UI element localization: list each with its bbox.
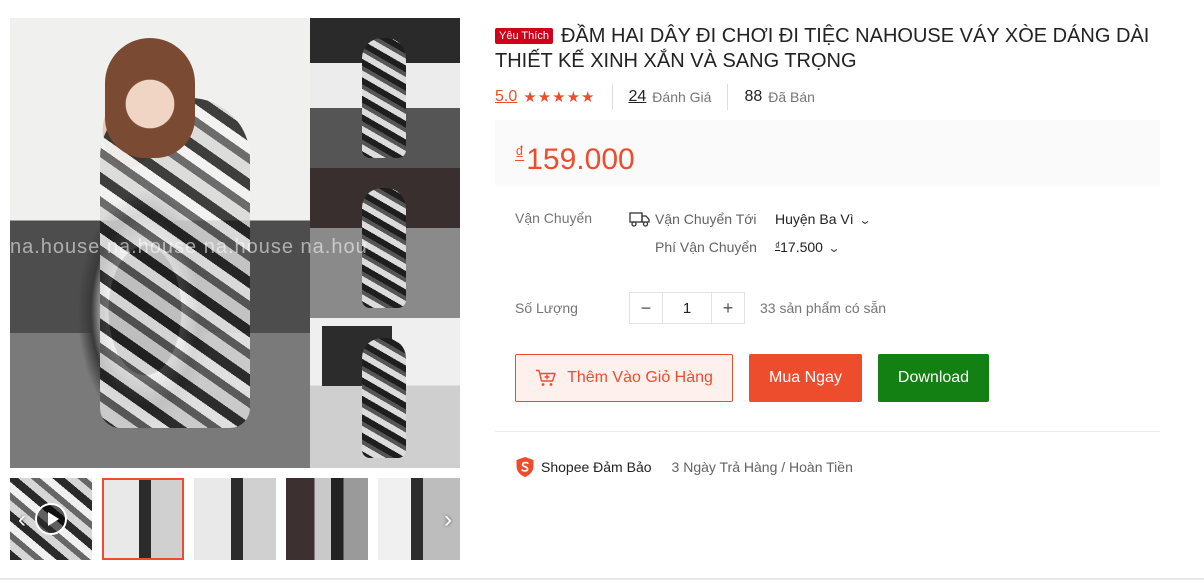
main-product-image[interactable]: na.house na.house na.house na.hou <box>10 18 460 468</box>
quantity-stepper: − 1 + <box>629 292 745 324</box>
star-icon: ★★★★★ <box>523 89 596 106</box>
collage-thumbnail[interactable] <box>102 478 184 560</box>
shipping-destination-value: Huyện Ba Vì <box>775 211 854 227</box>
review-label: Đánh Giá <box>652 89 712 105</box>
decrease-button[interactable]: − <box>630 293 662 323</box>
shipping-label: Vận Chuyển <box>515 210 593 226</box>
download-button[interactable]: Download <box>878 354 989 402</box>
shipping-destination: Vận Chuyển Tới Huyện Ba Vì ⌄ <box>629 210 872 228</box>
quantity-input[interactable]: 1 <box>662 293 712 323</box>
review-count: 24 <box>628 88 647 105</box>
thumbnail-prev-arrow[interactable]: ‹ <box>12 506 32 534</box>
collage-photo-bottom <box>310 318 460 468</box>
rating-value: 5.0 <box>495 88 518 105</box>
add-to-cart-button[interactable]: Thêm Vào Giỏ Hàng <box>515 354 733 402</box>
sold-label: Đã Bán <box>768 89 815 105</box>
photo-thumbnail-3[interactable] <box>286 478 368 560</box>
product-info: Yêu Thích ĐẦM HAI DÂY ĐI CHƠI ĐI TIỆC NAH… <box>495 24 1160 478</box>
collage-photo-top <box>310 18 460 168</box>
product-gallery: na.house na.house na.house na.hou ‹ › <box>10 18 460 560</box>
cart-icon <box>536 369 556 386</box>
product-stats: 5.0 ★★★★★ 24 Đánh Giá 88 Đã Bán <box>495 84 1160 110</box>
quantity-label: Số Lượng <box>515 300 578 316</box>
shipping-fee-value: 17.500 <box>780 239 823 255</box>
price-box: ₫159.000 <box>495 120 1160 186</box>
shipping-fee: Phí Vận Chuyển ₫17.500 ⌄ <box>629 238 870 256</box>
shield-icon <box>516 457 534 477</box>
sold-count: 88 <box>744 88 763 105</box>
thumbnail-next-arrow[interactable]: › <box>438 506 458 534</box>
shipping-fee-select[interactable]: ₫17.500 ⌄ <box>775 239 841 255</box>
increase-button[interactable]: + <box>712 293 744 323</box>
chevron-down-icon: ⌄ <box>827 241 841 255</box>
buy-now-button[interactable]: Mua Ngay <box>749 354 862 402</box>
chevron-down-icon: ⌄ <box>858 213 872 227</box>
review-stat[interactable]: 24 Đánh Giá <box>629 84 729 110</box>
action-buttons: Thêm Vào Giỏ Hàng Mua Ngay Download <box>515 354 1160 402</box>
stock-text: 33 sản phẩm có sẵn <box>760 300 887 316</box>
play-icon[interactable] <box>35 503 67 535</box>
divider <box>495 431 1160 432</box>
watermark-text: na.house na.house na.house na.hou <box>10 236 368 258</box>
sold-stat: 88 Đã Bán <box>744 84 831 110</box>
product-title: Yêu Thích ĐẦM HAI DÂY ĐI CHƠI ĐI TIỆC NAH… <box>495 24 1160 74</box>
shipping-fee-label: Phí Vận Chuyển <box>655 239 757 255</box>
favorite-badge: Yêu Thích <box>495 28 553 44</box>
guarantee-text: 3 Ngày Trả Hàng / Hoàn Tiền <box>671 459 853 475</box>
quantity-section: Số Lượng − 1 + 33 sản phẩm có sẵn <box>515 292 1160 324</box>
product-title-text: ĐẦM HAI DÂY ĐI CHƠI ĐI TIỆC NAHOUSE VÁY … <box>495 25 1150 72</box>
add-to-cart-label: Thêm Vào Giỏ Hàng <box>567 369 713 386</box>
guarantee-brand: Shopee Đảm Bảo <box>541 459 652 475</box>
photo-thumbnail-2[interactable] <box>194 478 276 560</box>
shipping-to-label: Vận Chuyển Tới <box>655 211 757 227</box>
shopee-guarantee[interactable]: Shopee Đảm Bảo 3 Ngày Trả Hàng / Hoàn Ti… <box>515 456 1160 478</box>
price-currency: ₫ <box>515 143 525 163</box>
truck-icon <box>629 212 650 227</box>
thumbnail-strip: ‹ › <box>10 478 460 560</box>
shipping-section: Vận Chuyển Vận Chuyển Tới Huyện Ba Vì ⌄ <box>515 210 1160 256</box>
price-value: 159.000 <box>526 143 635 176</box>
shipping-destination-select[interactable]: Huyện Ba Vì ⌄ <box>775 211 872 227</box>
rating-stat[interactable]: 5.0 ★★★★★ <box>495 84 613 110</box>
product-page: na.house na.house na.house na.hou ‹ › Yê… <box>0 0 1204 580</box>
product-price: ₫159.000 <box>515 136 1140 177</box>
